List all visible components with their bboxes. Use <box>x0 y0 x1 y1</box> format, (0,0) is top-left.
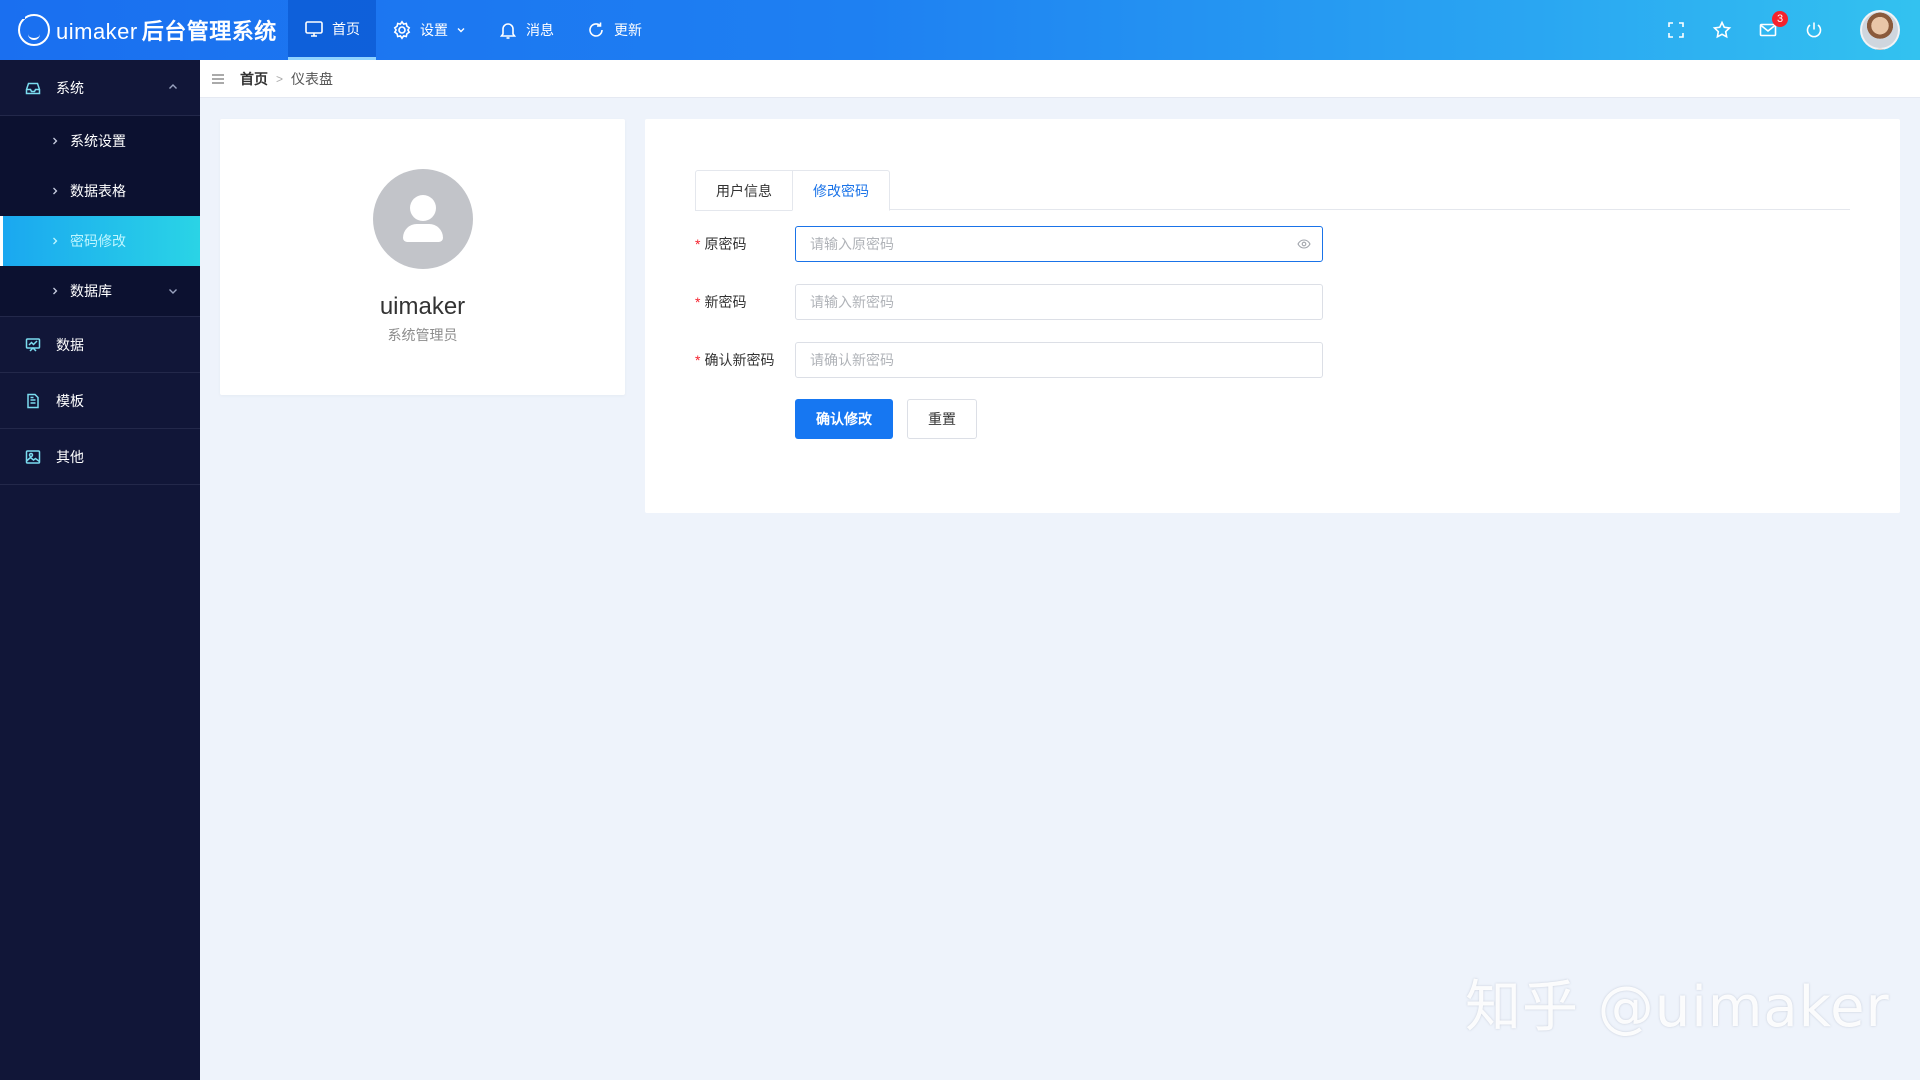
bell-icon <box>498 20 518 40</box>
submit-button[interactable]: 确认修改 <box>795 399 893 439</box>
menu-toggle-icon[interactable] <box>210 71 226 87</box>
monitor-icon <box>304 19 324 39</box>
sidebar-item-label: 数据表格 <box>70 181 126 201</box>
mail-button[interactable]: 3 <box>1756 18 1780 42</box>
image-icon <box>24 448 42 466</box>
watermark: 知乎 @uimaker <box>1465 962 1890 1043</box>
sidebar-item-label: 数据库 <box>70 281 112 301</box>
old-password-wrap <box>795 226 1323 262</box>
user-avatar[interactable] <box>1860 10 1900 50</box>
eye-icon[interactable] <box>1297 238 1311 250</box>
password-form-card: 用户信息 修改密码 *原密码 *新密码 *确认新密码 确认修改 重置 <box>645 119 1900 513</box>
logo-icon <box>18 14 50 46</box>
confirm-password-row: *确认新密码 <box>695 342 1323 378</box>
refresh-icon <box>586 20 606 40</box>
logout-button[interactable] <box>1802 18 1826 42</box>
nav-home[interactable]: 首页 <box>288 0 376 60</box>
logo[interactable]: uimaker后台管理系统 <box>18 12 277 48</box>
confirm-password-input[interactable] <box>795 342 1323 378</box>
sidebar-group-label: 数据 <box>56 335 84 355</box>
sidebar: 系统 系统设置 数据表格 密码修改 数据库 数据 模板 其他 <box>0 60 200 1080</box>
nav-home-label: 首页 <box>332 19 360 39</box>
sidebar-group-label: 其他 <box>56 447 84 467</box>
nav-settings[interactable]: 设置 <box>376 0 482 60</box>
confirm-password-label: *确认新密码 <box>695 350 795 370</box>
profile-card: uimaker 系统管理员 <box>220 119 625 395</box>
sidebar-system-label: 系统 <box>56 78 84 98</box>
top-header: uimaker后台管理系统 首页 设置 消息 更新 3 <box>0 0 1920 60</box>
form-actions: 确认修改 重置 <box>795 399 977 439</box>
sidebar-group-data[interactable]: 数据 <box>0 317 200 373</box>
breadcrumb: 首页 > 仪表盘 <box>200 60 1920 98</box>
chart-board-icon <box>24 336 42 354</box>
header-tools: 3 <box>1664 0 1900 60</box>
sidebar-item-label: 系统设置 <box>70 131 126 151</box>
old-password-label: *原密码 <box>695 234 795 254</box>
new-password-input[interactable] <box>795 284 1323 320</box>
old-password-input[interactable] <box>795 226 1323 262</box>
old-password-row: *原密码 <box>695 226 1323 262</box>
logo-text: uimaker后台管理系统 <box>56 14 277 46</box>
chevron-down-icon <box>166 284 180 298</box>
top-nav: 首页 设置 消息 更新 <box>288 0 658 60</box>
sidebar-group-system[interactable]: 系统 <box>0 60 200 116</box>
breadcrumb-home[interactable]: 首页 <box>240 69 268 89</box>
document-icon <box>24 392 42 410</box>
sidebar-item-label: 密码修改 <box>70 231 126 251</box>
nav-messages[interactable]: 消息 <box>482 0 570 60</box>
chevron-up-icon <box>166 80 180 94</box>
nav-update-label: 更新 <box>614 20 642 40</box>
tab-change-password[interactable]: 修改密码 <box>792 170 890 211</box>
favorite-button[interactable] <box>1710 18 1734 42</box>
nav-update[interactable]: 更新 <box>570 0 658 60</box>
sidebar-group-template[interactable]: 模板 <box>0 373 200 429</box>
breadcrumb-current: 仪表盘 <box>291 69 333 89</box>
new-password-row: *新密码 <box>695 284 1323 320</box>
chevron-right-icon <box>50 186 60 196</box>
sidebar-group-other[interactable]: 其他 <box>0 429 200 485</box>
new-password-label: *新密码 <box>695 292 795 312</box>
chevron-right-icon <box>50 286 60 296</box>
default-avatar-icon <box>373 169 473 269</box>
reset-button[interactable]: 重置 <box>907 399 977 439</box>
nav-settings-label: 设置 <box>420 20 448 40</box>
profile-name: uimaker <box>220 293 625 321</box>
gear-icon <box>392 20 412 40</box>
mail-badge: 3 <box>1772 11 1788 27</box>
breadcrumb-separator-icon: > <box>276 72 283 86</box>
tab-user-info[interactable]: 用户信息 <box>695 170 793 211</box>
inbox-icon <box>24 79 42 97</box>
sidebar-item-password[interactable]: 密码修改 <box>0 216 200 266</box>
sidebar-submenu: 系统设置 数据表格 密码修改 数据库 <box>0 116 200 317</box>
star-icon <box>1712 20 1732 40</box>
sidebar-item-database[interactable]: 数据库 <box>0 266 200 316</box>
chevron-down-icon <box>456 25 466 35</box>
sidebar-group-label: 模板 <box>56 391 84 411</box>
chevron-right-icon <box>50 136 60 146</box>
profile-role: 系统管理员 <box>220 325 625 345</box>
nav-messages-label: 消息 <box>526 20 554 40</box>
fullscreen-icon <box>1666 20 1686 40</box>
power-icon <box>1804 20 1824 40</box>
tabs: 用户信息 修改密码 <box>695 170 1850 210</box>
sidebar-item-data-table[interactable]: 数据表格 <box>0 166 200 216</box>
chevron-right-icon <box>50 236 60 246</box>
sidebar-item-system-settings[interactable]: 系统设置 <box>0 116 200 166</box>
fullscreen-button[interactable] <box>1664 18 1688 42</box>
